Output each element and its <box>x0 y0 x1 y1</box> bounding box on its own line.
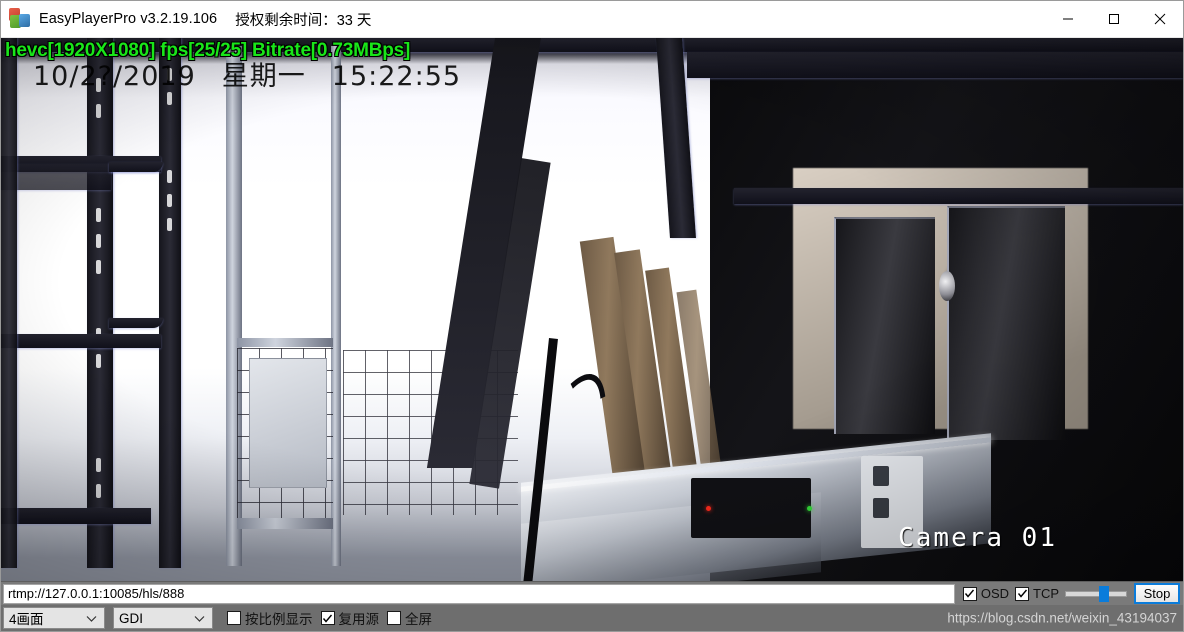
osd-camera-label: Camera 01 <box>898 523 1057 553</box>
osd-clock: 15:22:55 <box>331 61 462 92</box>
osd-checkbox[interactable]: OSD <box>962 586 1009 601</box>
chevron-down-icon <box>194 611 205 626</box>
minimize-icon <box>1062 13 1074 25</box>
aspect-ratio-checkbox[interactable]: 按比例显示 <box>227 608 313 628</box>
checkbox-unchecked-icon <box>227 611 241 625</box>
reuse-source-checkbox[interactable]: 复用源 <box>320 608 380 628</box>
osd-timestamp: 10/2?/2019 星期一 15:22:55 <box>33 54 461 93</box>
fullscreen-checkbox[interactable]: 全屏 <box>387 608 432 628</box>
app-window: EasyPlayerPro v3.2.19.106 授权剩余时间：33 天 he… <box>0 0 1184 632</box>
checkbox-unchecked-icon <box>387 611 401 625</box>
slider-thumb[interactable] <box>1099 585 1110 602</box>
osd-weekday: 星期一 <box>221 61 306 92</box>
chevron-down-icon <box>86 611 97 626</box>
osd-date: 10/2?/2019 <box>33 61 196 92</box>
bottom-toolbar: 4画面 GDI 按比例显示 复用源 全屏 https://blog.csdn.n… <box>1 605 1183 631</box>
checkbox-checked-icon <box>962 586 977 601</box>
maximize-button[interactable] <box>1091 1 1137 37</box>
title-bar: EasyPlayerPro v3.2.19.106 授权剩余时间：33 天 <box>1 1 1183 38</box>
stream-url-input[interactable]: rtmp://127.0.0.1:10085/hls/888 <box>3 583 955 604</box>
window-controls <box>1045 1 1183 37</box>
reuse-source-label: 复用源 <box>338 612 380 627</box>
app-tiles-icon <box>9 8 31 30</box>
blog-watermark: https://blog.csdn.net/weixin_43194037 <box>947 610 1177 626</box>
volume-slider[interactable] <box>1065 585 1127 602</box>
tcp-checkbox-label: TCP <box>1033 586 1059 601</box>
tcp-checkbox[interactable]: TCP <box>1015 586 1059 601</box>
maximize-icon <box>1108 13 1120 25</box>
close-icon <box>1154 13 1166 25</box>
checkbox-checked-icon <box>1015 586 1029 601</box>
layout-select-value: 4画面 <box>9 612 44 627</box>
status-bar-controls: OSD TCP Stop <box>955 583 1181 604</box>
slider-track <box>1065 590 1127 597</box>
render-engine-select[interactable]: GDI <box>113 607 213 629</box>
osd-checkbox-label: OSD <box>980 586 1009 601</box>
license-remaining-text: 授权剩余时间：33 天 <box>235 12 372 29</box>
minimize-button[interactable] <box>1045 1 1091 37</box>
checkbox-checked-icon <box>320 611 335 625</box>
status-bar: rtmp://127.0.0.1:10085/hls/888 OSD TCP S… <box>1 581 1183 605</box>
aspect-ratio-label: 按比例显示 <box>245 612 313 627</box>
fullscreen-label: 全屏 <box>405 612 432 627</box>
close-button[interactable] <box>1137 1 1183 37</box>
layout-select[interactable]: 4画面 <box>3 607 105 629</box>
stop-button[interactable]: Stop <box>1134 583 1180 604</box>
video-surface[interactable]: hevc[1920X1080] fps[25/25] Bitrate[0.73M… <box>1 38 1183 581</box>
page-title: EasyPlayerPro v3.2.19.106 <box>39 11 218 27</box>
render-engine-value: GDI <box>119 610 144 626</box>
video-frame-image <box>1 38 1183 581</box>
